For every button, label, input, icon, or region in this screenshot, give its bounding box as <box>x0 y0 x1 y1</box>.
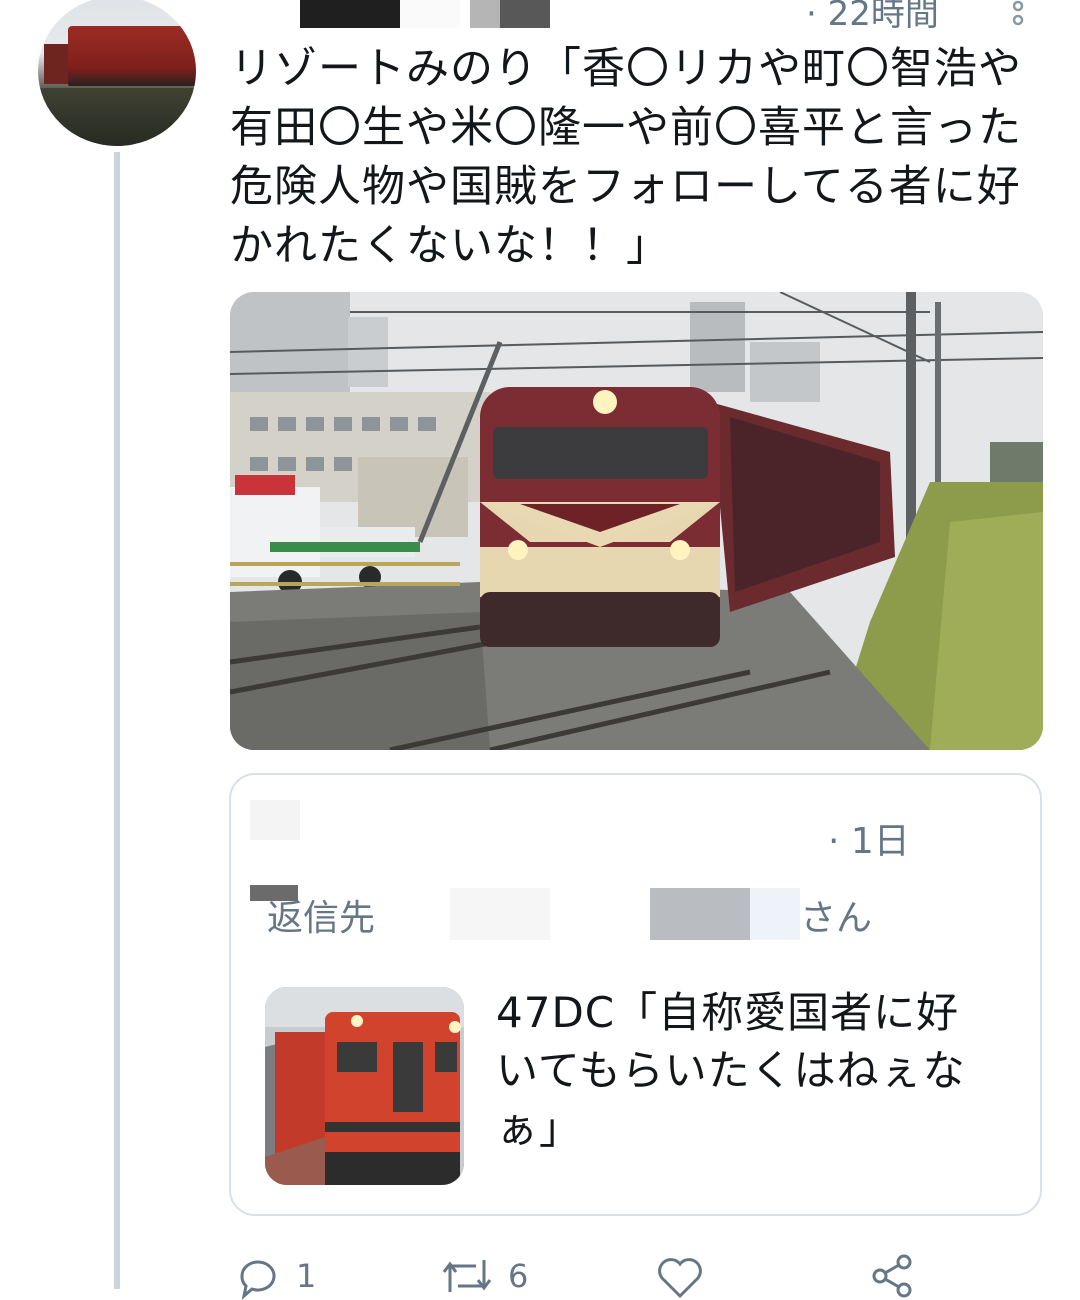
quoted-text-line: 47DC「自称愛国者に好 <box>496 988 960 1037</box>
tweet-text: リゾートみのり「香〇リカや町〇智浩や 有田〇生や米〇隆一や前〇喜平と言った 危険… <box>230 40 1050 276</box>
redacted-reply-target <box>750 888 800 940</box>
retweet-count: 6 <box>508 1257 529 1295</box>
like-button[interactable] <box>655 1256 705 1299</box>
tweet-text-line: 有田〇生や米〇隆一や前〇喜平と言った <box>230 103 1022 153</box>
tweet-timestamp[interactable]: · 22時間 <box>806 0 939 35</box>
quoted-text-line: ぁ」 <box>496 1104 583 1153</box>
tweet-text-line: かれたくないな！！」 <box>230 221 670 271</box>
redacted-name <box>400 0 460 28</box>
reply-icon <box>240 1260 276 1300</box>
thread-line <box>114 152 120 1289</box>
reply-button[interactable]: 1 <box>234 1256 317 1300</box>
tweet-text-line: 危険人物や国賊をフォローしてる者に好 <box>230 162 1021 212</box>
redacted-name <box>300 0 400 28</box>
quoted-reply-suffix: さん <box>800 898 873 939</box>
retweet-icon <box>442 1260 492 1292</box>
more-options-icon[interactable] <box>1008 0 1028 30</box>
reply-count: 1 <box>296 1257 317 1295</box>
redacted-quoted-name <box>250 800 300 840</box>
redacted-reply-target <box>450 888 550 940</box>
quoted-text-line: いてもらいたくはねぇな <box>496 1046 966 1095</box>
avatar-ground <box>38 88 196 146</box>
share-icon <box>872 1254 912 1298</box>
red-train-thumbnail-illustration <box>265 987 464 1185</box>
heart-icon <box>658 1258 702 1299</box>
quoted-tweet-thumbnail <box>265 987 464 1185</box>
quoted-tweet-text: 47DC「自称愛国者に好 いてもらいたくはねぇな ぁ」 <box>496 984 1016 1158</box>
train-photo-illustration <box>230 292 1043 750</box>
avatar-locomotive <box>68 26 196 86</box>
redacted-name <box>470 0 500 28</box>
redacted-name <box>500 0 550 28</box>
retweet-button[interactable]: 6 <box>440 1256 528 1296</box>
share-button[interactable] <box>868 1254 916 1298</box>
redacted-reply-target <box>250 885 298 901</box>
quoted-tweet-timestamp: · 1日 <box>828 821 910 862</box>
tweet-photo[interactable] <box>230 292 1043 750</box>
user-avatar[interactable] <box>38 0 196 146</box>
tweet-text-line: リゾートみのり「香〇リカや町〇智浩や <box>230 44 1022 94</box>
